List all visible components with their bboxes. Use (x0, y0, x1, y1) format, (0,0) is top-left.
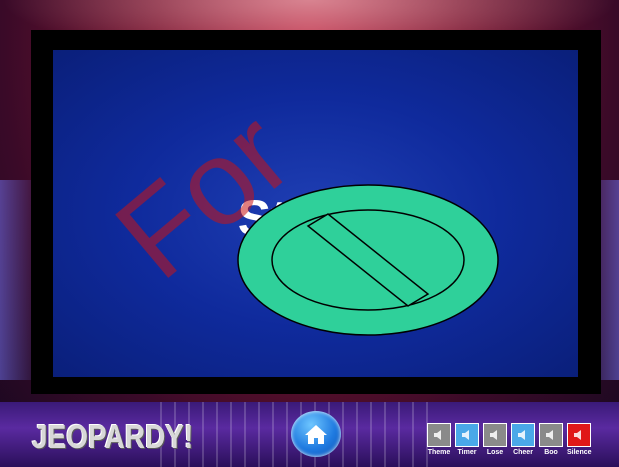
sound-lose[interactable]: Lose (483, 423, 507, 456)
sound-label: Silence (567, 449, 592, 456)
sound-label: Timer (457, 449, 477, 456)
sound-label: Theme (427, 449, 451, 456)
sound-timer-button[interactable] (455, 423, 479, 447)
sound-label: Cheer (513, 449, 533, 456)
speaker-icon (546, 430, 553, 440)
speaker-icon (434, 430, 441, 440)
sound-theme[interactable]: Theme (427, 423, 451, 456)
sound-cheer-button[interactable] (511, 423, 535, 447)
speaker-icon (574, 430, 581, 440)
sound-boo-button[interactable] (539, 423, 563, 447)
speaker-icon (462, 430, 469, 440)
sound-label: Lose (486, 449, 504, 456)
sound-silence-button[interactable] (567, 423, 591, 447)
sound-theme-button[interactable] (427, 423, 451, 447)
prohibition-icon (237, 184, 499, 336)
home-button[interactable] (291, 411, 341, 457)
speaker-icon (518, 430, 525, 440)
jeopardy-logo: JEOPARDY! (32, 418, 194, 456)
speaker-icon (490, 430, 497, 440)
sound-boo[interactable]: Boo (539, 423, 563, 456)
sound-silence[interactable]: Silence (567, 423, 592, 456)
sound-lose-button[interactable] (483, 423, 507, 447)
home-icon (305, 425, 327, 444)
sound-label: Boo (544, 449, 558, 456)
sound-timer[interactable]: Timer (455, 423, 479, 456)
sound-cheer[interactable]: Cheer (511, 423, 535, 456)
game-board-screen[interactable]: Stroke (53, 50, 578, 377)
